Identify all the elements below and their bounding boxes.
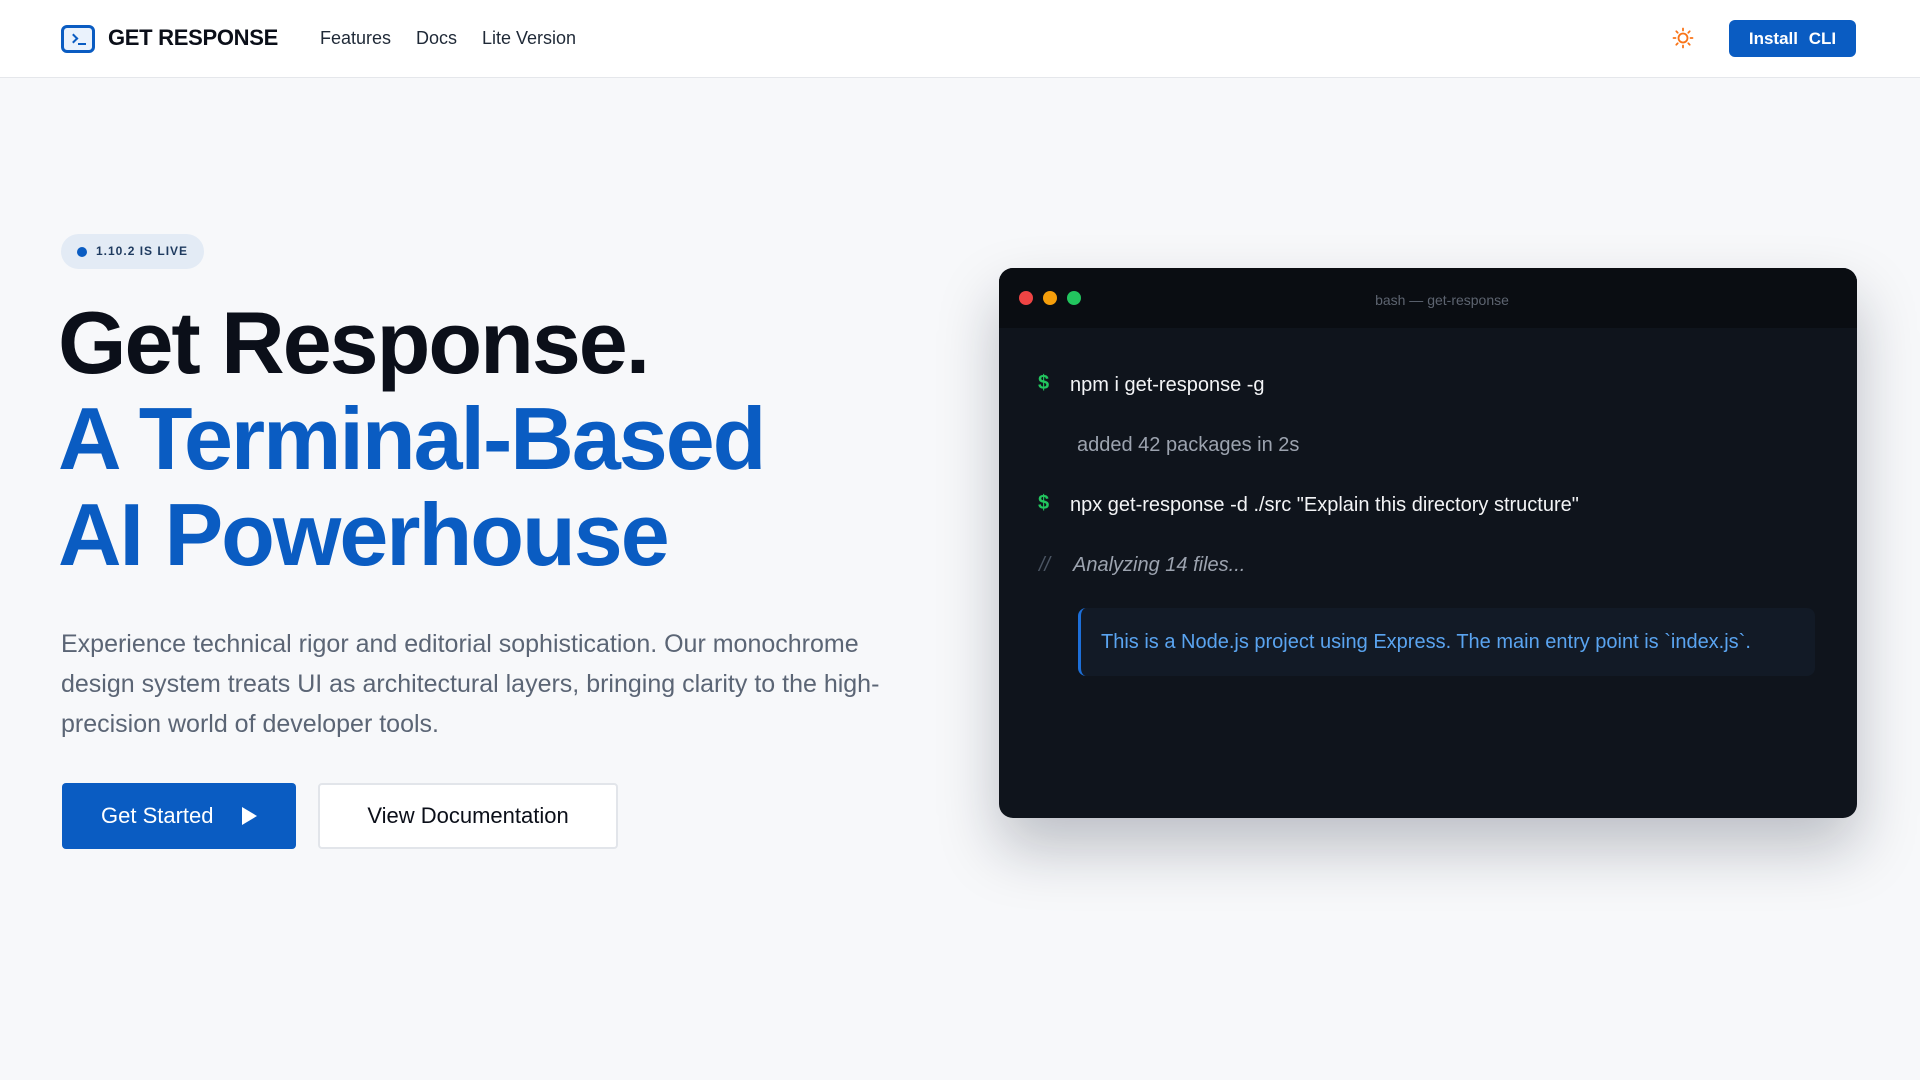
command-explain: npx get-response -d ./src "Explain this … (1070, 494, 1579, 516)
top-navbar: GET RESPONSE Features Docs Lite Version … (0, 0, 1920, 78)
nav-features[interactable]: Features (320, 28, 391, 49)
version-badge: 1.10.2 IS LIVE (61, 234, 205, 269)
nav-docs[interactable]: Docs (416, 28, 457, 49)
nav-lite-version[interactable]: Lite Version (482, 28, 576, 49)
ai-response-block: This is a Node.js project using Express.… (1078, 608, 1815, 676)
comment-marker: // (1039, 554, 1051, 576)
install-cli-button[interactable]: Install CLI (1729, 20, 1856, 57)
prompt-symbol: $ (1038, 372, 1050, 394)
get-started-button[interactable]: Get Started (62, 783, 296, 849)
hero-headline: Get Response. A Terminal-Based AI Powerh… (58, 293, 766, 584)
terminal-title: bash — get-response (1375, 292, 1509, 308)
terminal-title-bar: bash — get-response (999, 268, 1857, 328)
sun-icon[interactable] (1672, 27, 1694, 49)
headline-line-3: AI Powerhouse (58, 485, 670, 584)
terminal-logo-icon[interactable] (61, 25, 95, 53)
hero-description: Experience technical rigor and editorial… (61, 630, 880, 738)
headline-line-2: A Terminal-Based (58, 389, 766, 488)
analyzing-status: Analyzing 14 files... (1073, 554, 1246, 576)
play-arrow-icon (242, 807, 257, 825)
live-dot-icon (77, 247, 87, 257)
brand-name[interactable]: GET RESPONSE (108, 25, 278, 51)
version-badge-label: 1.10.2 IS LIVE (96, 244, 189, 258)
view-documentation-button[interactable]: View Documentation (318, 783, 618, 849)
prompt-symbol: $ (1038, 492, 1050, 514)
get-started-label: Get Started (101, 803, 214, 828)
headline-line-1: Get Response. (58, 293, 650, 392)
install-output: added 42 packages in 2s (1077, 434, 1300, 456)
command-install: npm i get-response -g (1070, 374, 1265, 396)
terminal-window: bash — get-response $ npm i get-response… (999, 268, 1857, 818)
